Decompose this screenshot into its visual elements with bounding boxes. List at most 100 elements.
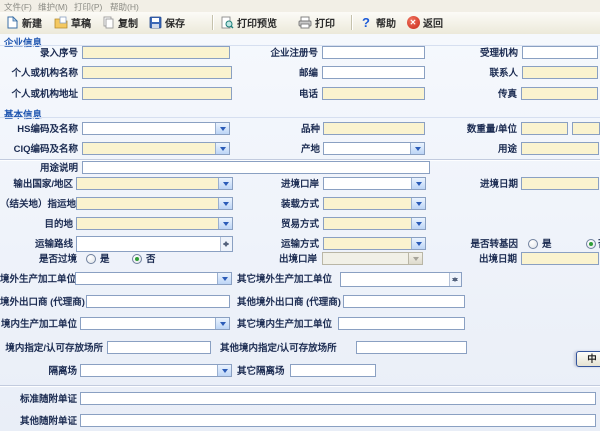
origin-label: 产地: [250, 143, 320, 156]
help-question-icon: ?: [359, 16, 373, 30]
other-overseas-producer-textarea[interactable]: [340, 272, 462, 287]
origin-combobox[interactable]: [323, 142, 425, 155]
overseas-exporter-input[interactable]: [86, 295, 230, 308]
hs-code-combobox[interactable]: [82, 122, 230, 135]
draft-button[interactable]: 草稿: [52, 14, 93, 31]
zhong-button[interactable]: 中: [576, 351, 600, 367]
export-country-combobox[interactable]: [76, 177, 233, 190]
entry-date-label: 进境日期: [448, 178, 518, 191]
overseas-exporter-label: 境外出口商 (代理商): [0, 296, 82, 309]
other-docs-label: 其他随附单证: [0, 415, 77, 428]
print-preview-icon: [220, 16, 234, 30]
other-domestic-storage-input[interactable]: [356, 341, 467, 354]
other-overseas-exporter-input[interactable]: [343, 295, 465, 308]
print-button[interactable]: 打印: [296, 14, 337, 31]
copy-button-label: 复制: [118, 15, 138, 30]
contact-input[interactable]: [522, 66, 598, 79]
draft-button-label: 草稿: [71, 15, 91, 30]
gmo-no-radio[interactable]: [586, 239, 596, 249]
reg-no-input[interactable]: [322, 46, 425, 59]
is-gmo-label: 是否转基因: [440, 238, 518, 251]
postcode-label: 邮编: [248, 67, 318, 80]
std-docs-input[interactable]: [80, 392, 596, 405]
draft-folder-icon: [54, 16, 68, 30]
chevron-down-icon: [410, 143, 424, 154]
toolbar-separator: [351, 15, 352, 30]
exit-port-combobox-disabled: [322, 252, 423, 265]
fax-input[interactable]: [521, 87, 598, 100]
chevron-down-icon: [215, 318, 229, 329]
gmo-yes-radio-label: 是: [542, 239, 552, 250]
chevron-down-icon: [218, 198, 232, 209]
section-separator: [0, 385, 600, 387]
dest-port-label: （结关地）指运地: [0, 198, 73, 211]
reg-no-label: 企业注册号: [248, 47, 318, 60]
overseas-producer-label: 境外生产加工单位: [0, 273, 72, 286]
spinner-icon[interactable]: [449, 273, 461, 286]
qty-input[interactable]: [521, 122, 568, 135]
loading-mode-combobox[interactable]: [323, 197, 426, 210]
trade-mode-combobox[interactable]: [323, 217, 426, 230]
transit-no-radio[interactable]: [132, 254, 142, 264]
dest-port-combobox[interactable]: [76, 197, 233, 210]
save-button[interactable]: 保存: [146, 14, 187, 31]
back-button-label: 返回: [423, 15, 443, 30]
chevron-down-icon: [215, 123, 229, 134]
help-button[interactable]: ? 帮助: [357, 14, 398, 31]
chevron-down-icon: [411, 238, 425, 249]
quarantine-site-combobox[interactable]: [80, 364, 232, 377]
org-addr-label: 个人或机构地址: [2, 88, 78, 101]
entry-date-input[interactable]: [521, 177, 599, 190]
org-name-input[interactable]: [82, 66, 232, 79]
print-preview-button[interactable]: 打印预览: [218, 14, 279, 31]
overseas-producer-combobox[interactable]: [75, 272, 232, 285]
org-addr-input[interactable]: [82, 87, 232, 100]
entry-no-input[interactable]: [82, 46, 230, 59]
other-domestic-producer-input[interactable]: [338, 317, 465, 330]
entry-port-combobox[interactable]: [323, 177, 426, 190]
ciq-code-combobox[interactable]: [82, 142, 230, 155]
transport-mode-combobox[interactable]: [323, 237, 426, 250]
variety-input[interactable]: [323, 122, 425, 135]
new-button[interactable]: 新建: [3, 14, 44, 31]
destination-combobox[interactable]: [76, 217, 233, 230]
phone-label: 电话: [248, 88, 318, 101]
new-button-label: 新建: [22, 15, 42, 30]
chevron-down-icon: [215, 143, 229, 154]
accept-org-input[interactable]: [522, 46, 598, 59]
accept-org-label: 受理机构: [448, 47, 518, 60]
copy-icon: [101, 16, 115, 30]
qty-unit-label: 数重量/单位: [443, 123, 517, 136]
other-docs-input[interactable]: [80, 414, 596, 427]
domestic-producer-combobox[interactable]: [80, 317, 230, 330]
unit-input[interactable]: [572, 122, 600, 135]
toolbar-separator: [212, 15, 213, 30]
loading-mode-label: 装载方式: [249, 198, 319, 211]
usage-desc-input[interactable]: [82, 161, 430, 174]
app-window: 文件(F) 维护(M) 打印(P) 帮助(H) 新建 草稿 复制 保存: [0, 0, 600, 431]
domestic-storage-label: 境内指定/认可存放场所: [0, 342, 103, 355]
other-quarantine-site-input[interactable]: [290, 364, 376, 377]
postcode-input[interactable]: [322, 66, 425, 79]
usage-input[interactable]: [521, 142, 599, 155]
copy-button[interactable]: 复制: [99, 14, 140, 31]
domestic-storage-input[interactable]: [107, 341, 211, 354]
hs-code-label: HS编码及名称: [2, 123, 78, 136]
transit-yes-radio[interactable]: [86, 254, 96, 264]
back-close-icon: [406, 16, 420, 30]
print-preview-button-label: 打印预览: [237, 15, 277, 30]
back-button[interactable]: 返回: [404, 14, 445, 31]
is-transit-label: 是否过境: [0, 253, 77, 266]
chevron-down-icon: [408, 253, 422, 264]
destination-label: 目的地: [0, 218, 73, 231]
gmo-yes-radio[interactable]: [528, 239, 538, 249]
exit-date-input[interactable]: [521, 252, 599, 265]
entry-no-label: 录入序号: [8, 47, 78, 60]
usage-label: 用途: [447, 143, 517, 156]
transport-route-textarea[interactable]: [76, 236, 233, 252]
menu-bar: 文件(F) 维护(M) 打印(P) 帮助(H): [0, 0, 600, 12]
phone-input[interactable]: [322, 87, 425, 100]
transit-no-radio-label: 否: [146, 254, 156, 265]
entry-port-label: 进境口岸: [249, 178, 319, 191]
spinner-icon[interactable]: [220, 237, 232, 251]
